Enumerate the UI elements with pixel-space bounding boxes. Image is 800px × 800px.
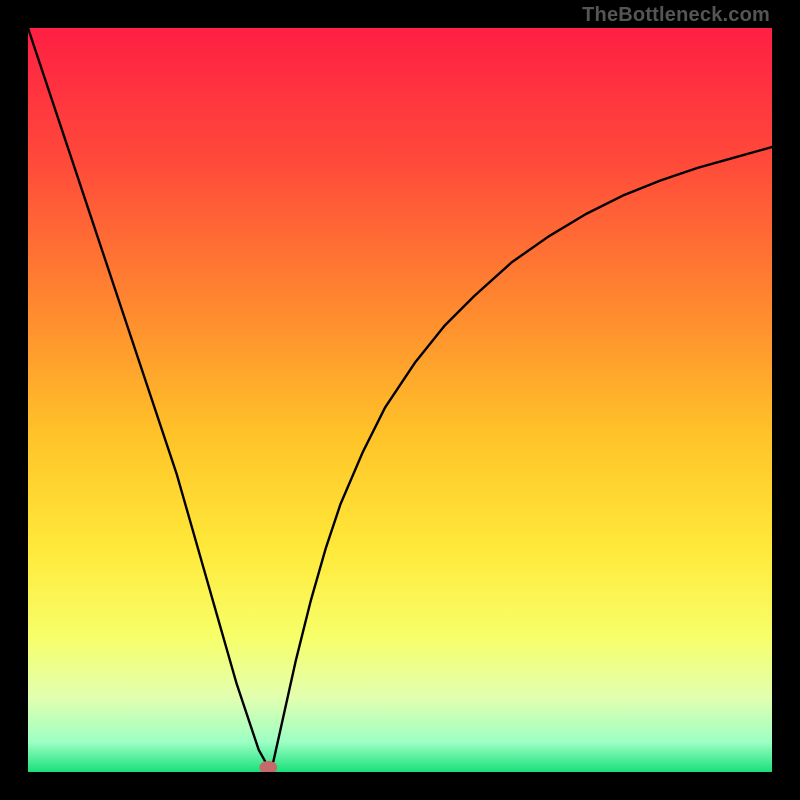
watermark-text: TheBottleneck.com bbox=[582, 4, 770, 27]
chart-frame: TheBottleneck.com bbox=[0, 0, 800, 800]
bottleneck-chart bbox=[28, 28, 772, 772]
gradient-background bbox=[28, 28, 772, 772]
plot-area bbox=[28, 28, 772, 772]
